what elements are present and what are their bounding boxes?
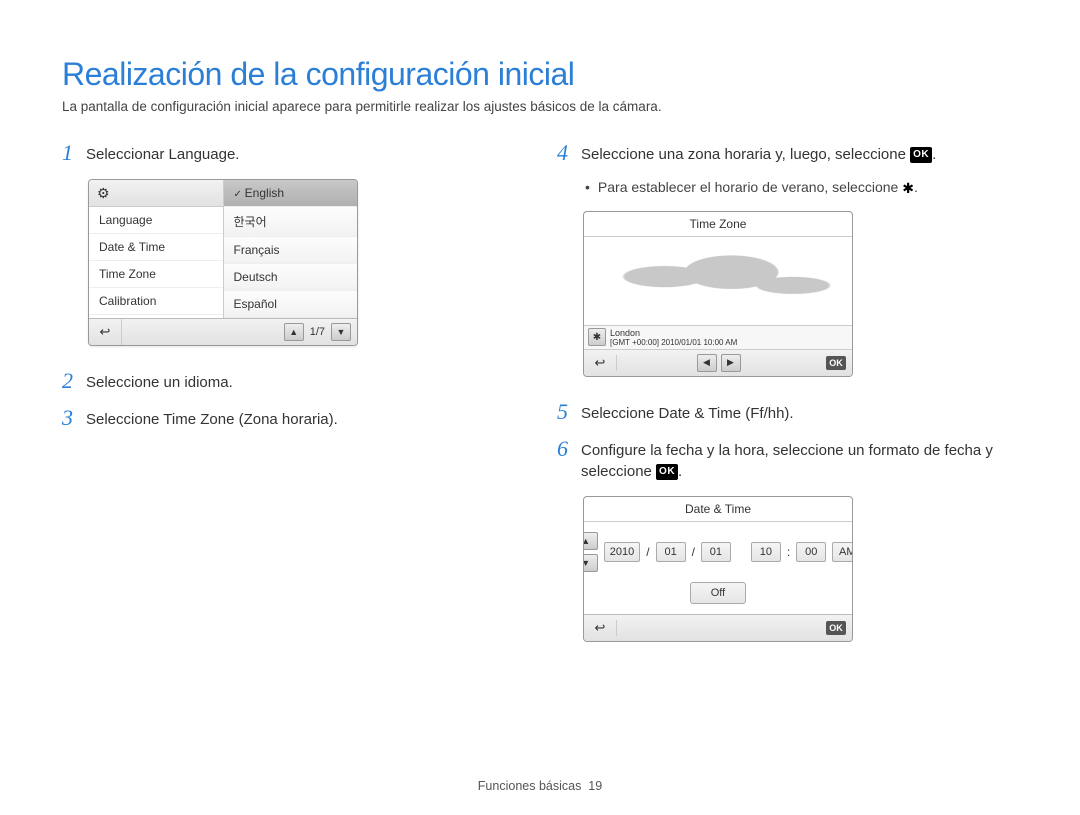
page-subtitle: La pantalla de configuración inicial apa… [62, 99, 1018, 114]
ampm-value[interactable]: AM [832, 542, 853, 562]
timezone-device: Time Zone ✱ London [GMT +00:00] 2010/01/… [583, 211, 853, 377]
step-text: Seleccione una zona horaria y, luego, se… [581, 142, 936, 165]
menu-item[interactable]: Calibration [89, 288, 223, 315]
sun-icon: ✱ [902, 180, 914, 197]
day-value[interactable]: 01 [701, 542, 731, 562]
right-arrow-icon[interactable]: ▶ [721, 354, 741, 372]
gear-icon: ⚙ [97, 185, 110, 202]
world-map[interactable] [584, 237, 852, 326]
up-arrow-icon[interactable]: ▲ [583, 532, 598, 550]
step-text: Seleccione Date & Time (Ff/hh). [581, 401, 794, 424]
step-number: 6 [557, 438, 571, 460]
ok-icon: OK [910, 147, 932, 163]
step-text: Seleccionar Language. [86, 142, 239, 165]
back-icon[interactable]: ↩ [89, 319, 122, 345]
timezone-city: London [610, 328, 737, 338]
year-value[interactable]: 2010 [604, 542, 640, 562]
device-title: Time Zone [584, 212, 852, 237]
step-text: Seleccione Time Zone (Zona horaria). [86, 407, 338, 430]
step-bullet: • Para establecer el horario de verano, … [585, 179, 1018, 197]
ok-button[interactable]: OK [820, 350, 852, 376]
step-number: 4 [557, 142, 571, 164]
dst-toggle-icon[interactable]: ✱ [588, 328, 606, 346]
device-title: Date & Time [584, 497, 852, 522]
down-arrow-icon[interactable]: ▼ [583, 554, 598, 572]
language-option[interactable]: Español [224, 291, 358, 318]
format-off-button[interactable]: Off [690, 582, 746, 604]
language-option[interactable]: Français [224, 237, 358, 264]
language-option[interactable]: 한국어 [224, 207, 358, 237]
step-number: 2 [62, 370, 76, 392]
back-icon[interactable]: ↩ [584, 620, 617, 636]
menu-item[interactable]: Time Zone [89, 261, 223, 288]
ok-button[interactable]: OK [820, 615, 852, 641]
step-number: 1 [62, 142, 76, 164]
language-device: ⚙ Language Date & Time Time Zone Calibra… [88, 179, 358, 346]
left-arrow-icon[interactable]: ◀ [697, 354, 717, 372]
language-option[interactable]: English [224, 180, 358, 207]
page-title: Realización de la configuración inicial [62, 56, 1018, 93]
page-down-icon[interactable]: ▼ [331, 323, 351, 341]
step-text: Configure la fecha y la hora, seleccione… [581, 438, 1018, 482]
menu-item[interactable]: Date & Time [89, 234, 223, 261]
back-icon[interactable]: ↩ [584, 355, 617, 371]
timezone-detail: [GMT +00:00] 2010/01/01 10:00 AM [610, 338, 737, 347]
page-indicator: 1/7 [310, 326, 325, 338]
minute-value[interactable]: 00 [796, 542, 826, 562]
hour-value[interactable]: 10 [751, 542, 781, 562]
ok-icon: OK [656, 464, 678, 480]
page-up-icon[interactable]: ▲ [284, 323, 304, 341]
step-number: 3 [62, 407, 76, 429]
step-number: 5 [557, 401, 571, 423]
step-text: Seleccione un idioma. [86, 370, 233, 393]
menu-item[interactable]: Language [89, 207, 223, 234]
datetime-device: Date & Time ▲ ▼ 2010 / 01 / 01 10 [583, 496, 853, 642]
month-value[interactable]: 01 [656, 542, 686, 562]
page-footer: Funciones básicas 19 [0, 779, 1080, 793]
language-option[interactable]: Deutsch [224, 264, 358, 291]
